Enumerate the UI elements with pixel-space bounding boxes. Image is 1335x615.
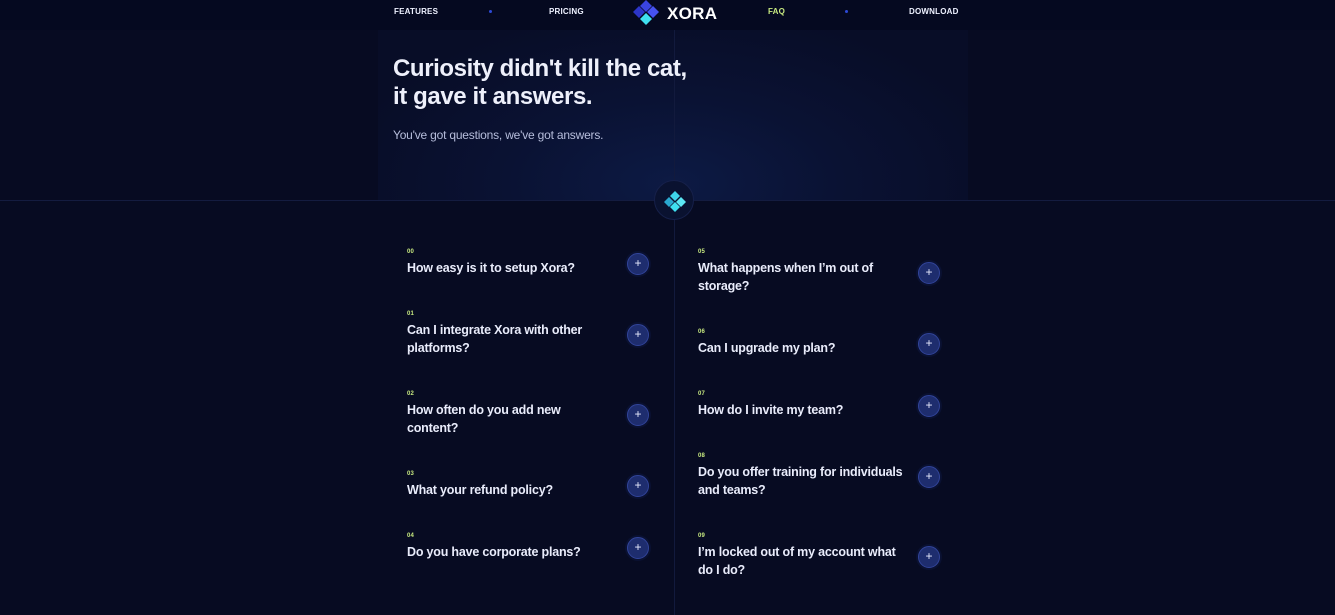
faq-number: 00 (407, 249, 415, 255)
faq-item-05[interactable]: 05 What happens when I’m out of storage? (698, 249, 948, 299)
faq-item-06[interactable]: 06 Can I upgrade my plan? (698, 329, 948, 369)
faq-number: 02 (407, 391, 415, 397)
diamond-logo-icon (664, 191, 686, 212)
faq-question: Can I upgrade my plan? (698, 341, 836, 355)
expand-plus-icon[interactable]: + (918, 333, 940, 355)
faq-item-00[interactable]: 00 How easy is it to setup Xora? (407, 249, 657, 289)
nav-separator-dot (489, 10, 492, 13)
faq-question: I’m locked out of my account what do I d… (698, 545, 896, 577)
expand-plus-icon[interactable]: + (918, 466, 940, 488)
nav-download-link[interactable]: DOWNLOAD (909, 7, 959, 16)
faq-question: What happens when I’m out of storage? (698, 261, 873, 293)
faq-item-02[interactable]: 02 How often do you add new content? (407, 391, 657, 441)
top-nav: FEATURES PRICING XORA FAQ DOWNLOAD (0, 0, 1335, 30)
nav-separator-dot (845, 10, 848, 13)
nav-faq-link[interactable]: FAQ (768, 7, 785, 16)
faq-item-04[interactable]: 04 Do you have corporate plans? (407, 533, 657, 573)
faq-question: How easy is it to setup Xora? (407, 261, 575, 275)
faq-page: FEATURES PRICING XORA FAQ DOWNLOAD Curio… (0, 0, 1335, 615)
faq-number: 01 (407, 311, 415, 317)
expand-plus-icon[interactable]: + (918, 546, 940, 568)
page-title-line-1: Curiosity didn't kill the cat, (393, 55, 687, 82)
faq-number: 08 (698, 453, 706, 459)
xora-logo-icon (633, 0, 659, 25)
xora-logo[interactable]: XORA (632, 0, 722, 30)
faq-number: 09 (698, 533, 706, 539)
faq-number: 07 (698, 391, 706, 397)
expand-plus-icon[interactable]: + (627, 475, 649, 497)
faq-number: 04 (407, 533, 415, 539)
expand-plus-icon[interactable]: + (627, 253, 649, 275)
expand-plus-icon[interactable]: + (918, 262, 940, 284)
center-divider (674, 30, 675, 615)
expand-plus-icon[interactable]: + (627, 324, 649, 346)
faq-item-03[interactable]: 03 What your refund policy? (407, 471, 657, 511)
page-subtitle: You've got questions, we've got answers. (393, 128, 604, 142)
faq-question: Do you offer training for individuals an… (698, 465, 903, 497)
faq-question: How do I invite my team? (698, 403, 844, 417)
faq-question: What your refund policy? (407, 483, 553, 497)
faq-question: Do you have corporate plans? (407, 545, 581, 559)
faq-item-08[interactable]: 08 Do you offer training for individuals… (698, 453, 948, 503)
expand-plus-icon[interactable]: + (918, 395, 940, 417)
nav-features-link[interactable]: FEATURES (394, 7, 438, 16)
faq-item-07[interactable]: 07 How do I invite my team? (698, 391, 948, 431)
nav-pricing-link[interactable]: PRICING (549, 7, 584, 16)
faq-number: 06 (698, 329, 706, 335)
page-title-line-2: it gave it answers. (393, 83, 593, 110)
faq-item-09[interactable]: 09 I’m locked out of my account what do … (698, 533, 948, 583)
faq-item-01[interactable]: 01 Can I integrate Xora with other platf… (407, 311, 657, 361)
faq-number: 05 (698, 249, 706, 255)
faq-question: Can I integrate Xora with other platform… (407, 323, 583, 355)
faq-question: How often do you add new content? (407, 403, 561, 435)
center-logo-badge (654, 180, 694, 220)
expand-plus-icon[interactable]: + (627, 537, 649, 559)
expand-plus-icon[interactable]: + (627, 404, 649, 426)
page-title: Curiosity didn't kill the cat, it gave i… (393, 55, 813, 111)
faq-number: 03 (407, 471, 415, 477)
logo-text: XORA (667, 4, 718, 23)
